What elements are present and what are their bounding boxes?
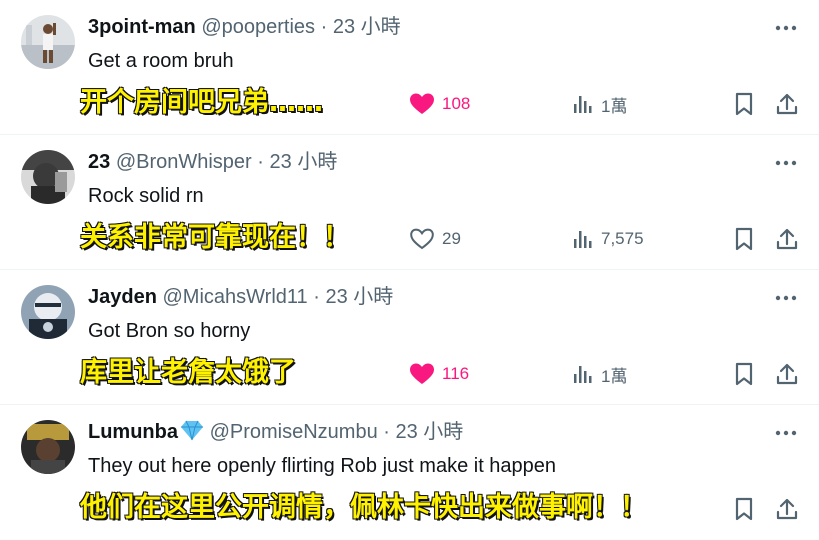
like-count: 116 — [442, 364, 470, 383]
heart-outline-icon — [410, 228, 434, 250]
display-name[interactable]: 3point-man — [88, 16, 196, 38]
tweet-text: They out here openly flirting Rob just m… — [88, 455, 557, 477]
bookmark-icon — [735, 227, 753, 251]
avatar[interactable] — [21, 150, 75, 204]
bookmark-icon — [735, 92, 753, 116]
separator-dot: · — [313, 286, 320, 308]
avatar[interactable] — [21, 15, 75, 69]
timestamp[interactable]: 23 小時 — [270, 151, 338, 173]
view-count: 1萬 — [601, 366, 628, 386]
heart-filled-icon — [410, 363, 434, 384]
translation-subtitle: 他们在这里公开调情，佩林卡快出来做事啊！！ — [80, 492, 648, 524]
views-button[interactable]: 7,575 — [573, 225, 644, 253]
user-handle[interactable]: @BronWhisper — [116, 151, 252, 173]
display-name[interactable]: Lumunba — [88, 421, 178, 443]
reply-tweet[interactable]: 23 @BronWhisper · 23 小時 Rock solid rn 关系… — [0, 135, 819, 270]
heart-filled-icon — [410, 93, 434, 114]
bookmark-icon — [735, 497, 753, 521]
separator-dot: · — [257, 151, 264, 173]
user-handle[interactable]: @pooperties — [201, 16, 315, 38]
more-options-icon[interactable] — [773, 423, 799, 443]
separator-dot: · — [320, 16, 328, 38]
avatar[interactable] — [21, 285, 75, 339]
tweet-text: Get a room bruh — [88, 50, 234, 72]
views-button[interactable]: 1萬 — [573, 90, 627, 118]
like-button[interactable]: 29 — [410, 225, 461, 253]
share-button[interactable] — [776, 495, 798, 523]
reply-tweet[interactable]: 3point-man @pooperties · 23 小時 Get a roo… — [0, 0, 819, 135]
view-count: 7,575 — [601, 229, 644, 248]
more-options-icon[interactable] — [773, 153, 799, 173]
analytics-icon — [574, 96, 592, 113]
display-name[interactable]: Jayden — [88, 286, 157, 308]
translation-subtitle: 开个房间吧兄弟…… — [80, 87, 324, 119]
share-icon — [776, 93, 798, 115]
tweet-header: Jayden @MicahsWrld11 · 23 小時 — [88, 284, 393, 310]
share-icon — [776, 228, 798, 250]
user-handle[interactable]: @PromiseNzumbu — [210, 421, 378, 443]
bookmark-button[interactable] — [734, 495, 754, 523]
share-icon — [776, 363, 798, 385]
timestamp[interactable]: 23 小時 — [325, 286, 393, 308]
user-handle[interactable]: @MicahsWrld11 — [163, 286, 308, 308]
separator-dot: · — [383, 421, 390, 443]
analytics-icon — [574, 366, 592, 383]
tweet-header: Lumunba @PromiseNzumbu · 23 小時 — [88, 419, 463, 448]
views-button[interactable]: 1萬 — [573, 360, 627, 388]
timestamp[interactable]: 23 小時 — [333, 16, 401, 38]
bookmark-button[interactable] — [734, 90, 754, 118]
bookmark-button[interactable] — [734, 360, 754, 388]
display-name[interactable]: 23 — [88, 151, 110, 173]
avatar[interactable] — [21, 420, 75, 474]
like-count: 29 — [442, 229, 461, 248]
tweet-text: Rock solid rn — [88, 185, 204, 207]
reply-tweet[interactable]: Lumunba @PromiseNzumbu · 23 小時 They out … — [0, 405, 819, 540]
blue-diamond-icon — [180, 419, 204, 448]
like-button[interactable]: 108 — [410, 90, 470, 118]
bookmark-button[interactable] — [734, 225, 754, 253]
reply-tweet[interactable]: Jayden @MicahsWrld11 · 23 小時 Got Bron so… — [0, 270, 819, 405]
share-button[interactable] — [776, 360, 798, 388]
translation-subtitle: 库里让老詹太饿了 — [80, 357, 297, 389]
tweet-text: Got Bron so horny — [88, 320, 251, 342]
reply-feed: 3point-man @pooperties · 23 小時 Get a roo… — [0, 0, 819, 540]
share-icon — [776, 498, 798, 520]
view-count: 1萬 — [601, 96, 628, 116]
analytics-icon — [574, 231, 592, 248]
tweet-header: 23 @BronWhisper · 23 小時 — [88, 149, 337, 175]
share-button[interactable] — [776, 225, 798, 253]
translation-subtitle: 关系非常可靠现在！！ — [80, 222, 351, 254]
like-count: 108 — [442, 94, 471, 113]
tweet-header: 3point-man @pooperties · 23 小時 — [88, 14, 401, 40]
more-options-icon[interactable] — [773, 18, 799, 38]
share-button[interactable] — [776, 90, 798, 118]
timestamp[interactable]: 23 小時 — [395, 421, 463, 443]
bookmark-icon — [735, 362, 753, 386]
like-button[interactable]: 116 — [410, 360, 469, 388]
more-options-icon[interactable] — [773, 288, 799, 308]
